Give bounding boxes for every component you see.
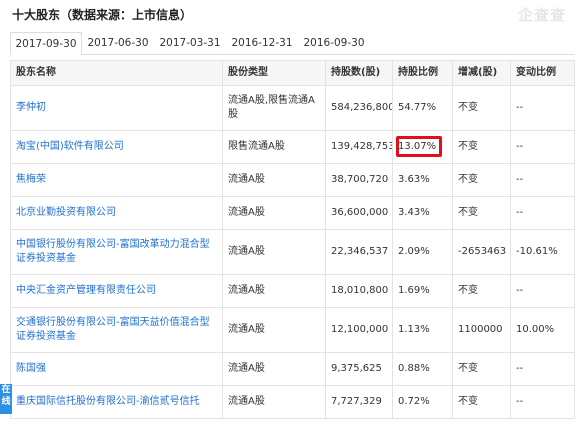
- change-ratio: --: [510, 163, 575, 197]
- table-row: 陈国强 流通A股 9,375,625 0.88% 不变 --: [10, 352, 575, 386]
- share-change: 不变: [452, 85, 511, 131]
- shareholder-link[interactable]: 焦梅荣: [16, 174, 46, 185]
- table-header-row: 股东名称 股份类型 持股数(股) 持股比例 增减(股) 变动比例: [10, 60, 575, 86]
- holding-ratio: 0.88%: [392, 352, 453, 386]
- side-float-tab[interactable]: 在线: [0, 384, 12, 414]
- table-row: 交通银行股份有限公司-富国天益价值混合型证券投资基金 流通A股 12,100,0…: [10, 307, 575, 353]
- share-change: 不变: [452, 274, 511, 308]
- shareholder-link[interactable]: 中央汇金资产管理有限责任公司: [16, 285, 156, 296]
- holding-ratio: 3.63%: [392, 163, 453, 197]
- highlighted-ratio: 13.07%: [396, 136, 443, 157]
- holding-ratio: 2.09%: [392, 229, 453, 275]
- change-ratio: --: [510, 85, 575, 131]
- share-type: 流通A股: [222, 307, 326, 353]
- holding-ratio: 1.13%: [392, 307, 453, 353]
- holding-ratio: 13.07%: [392, 130, 453, 164]
- share-type: 限售流通A股: [222, 130, 326, 164]
- table-row: 淘宝(中国)软件有限公司 限售流通A股 139,428,753 13.07% 不…: [10, 130, 575, 164]
- change-ratio: -10.61%: [510, 229, 575, 275]
- table-row: 焦梅荣 流通A股 38,700,720 3.63% 不变 --: [10, 163, 575, 197]
- shares-held: 9,375,625: [325, 352, 393, 386]
- shares-held: 584,236,800: [325, 85, 393, 131]
- change-ratio: 10.00%: [510, 307, 575, 353]
- share-type: 流通A股: [222, 229, 326, 275]
- shares-held: 22,346,537: [325, 229, 393, 275]
- col-header-change-ratio: 变动比例: [510, 60, 575, 86]
- shareholders-table: 股东名称 股份类型 持股数(股) 持股比例 增减(股) 变动比例 李仲初 流通A…: [10, 60, 575, 419]
- shareholder-link[interactable]: 淘宝(中国)软件有限公司: [16, 141, 124, 152]
- table-row: 李仲初 流通A股,限售流通A股 584,236,800 54.77% 不变 --: [10, 85, 575, 131]
- shareholder-link[interactable]: 北京业勤投资有限公司: [16, 207, 116, 218]
- shares-held: 7,727,329: [325, 385, 393, 419]
- share-type: 流通A股: [222, 196, 326, 230]
- holding-ratio: 3.43%: [392, 196, 453, 230]
- highlight-box: [396, 136, 443, 157]
- tab-2016-09-30[interactable]: 2016-09-30: [298, 32, 370, 54]
- share-change: 不变: [452, 196, 511, 230]
- change-ratio: --: [510, 352, 575, 386]
- table-row: 北京业勤投资有限公司 流通A股 36,600,000 3.43% 不变 --: [10, 196, 575, 230]
- tab-2016-12-31[interactable]: 2016-12-31: [226, 32, 298, 54]
- table-row: 中央汇金资产管理有限责任公司 流通A股 18,010,800 1.69% 不变 …: [10, 274, 575, 308]
- change-ratio: --: [510, 385, 575, 419]
- change-ratio: --: [510, 130, 575, 164]
- shares-held: 36,600,000: [325, 196, 393, 230]
- shareholder-link[interactable]: 重庆国际信托股份有限公司-渝信贰号信托: [16, 396, 200, 407]
- period-tabs: 2017-09-30 2017-06-30 2017-03-31 2016-12…: [10, 32, 574, 55]
- change-ratio: --: [510, 196, 575, 230]
- table-row: 重庆国际信托股份有限公司-渝信贰号信托 流通A股 7,727,329 0.72%…: [10, 385, 575, 419]
- tab-2017-03-31[interactable]: 2017-03-31: [154, 32, 226, 54]
- table-row: 中国银行股份有限公司-富国改革动力混合型证券投资基金 流通A股 22,346,5…: [10, 229, 575, 275]
- col-header-type: 股份类型: [222, 60, 326, 86]
- share-type: 流通A股: [222, 163, 326, 197]
- col-header-change: 增减(股): [452, 60, 511, 86]
- tab-2017-06-30[interactable]: 2017-06-30: [82, 32, 154, 54]
- holding-ratio: 54.77%: [392, 85, 453, 131]
- share-type: 流通A股: [222, 274, 326, 308]
- page-title: 十大股东（数据来源：上市信息）: [12, 8, 193, 22]
- share-type: 流通A股,限售流通A股: [222, 85, 326, 131]
- share-type: 流通A股: [222, 352, 326, 386]
- share-change: -2653463: [452, 229, 511, 275]
- shares-held: 38,700,720: [325, 163, 393, 197]
- shares-held: 139,428,753: [325, 130, 393, 164]
- shareholder-link[interactable]: 李仲初: [16, 102, 46, 113]
- change-ratio: --: [510, 274, 575, 308]
- col-header-name: 股东名称: [10, 60, 223, 86]
- holding-ratio: 1.69%: [392, 274, 453, 308]
- shares-held: 12,100,000: [325, 307, 393, 353]
- share-change: 1100000: [452, 307, 511, 353]
- shareholder-link[interactable]: 交通银行股份有限公司-富国天益价值混合型证券投资基金: [16, 317, 210, 342]
- shareholder-link[interactable]: 中国银行股份有限公司-富国改革动力混合型证券投资基金: [16, 239, 210, 264]
- share-change: 不变: [452, 163, 511, 197]
- col-header-shares: 持股数(股): [325, 60, 393, 86]
- holding-ratio: 0.72%: [392, 385, 453, 419]
- tab-2017-09-30[interactable]: 2017-09-30: [10, 32, 82, 55]
- share-type: 流通A股: [222, 385, 326, 419]
- watermark-logo: 企查查: [517, 6, 566, 24]
- share-change: 不变: [452, 352, 511, 386]
- shares-held: 18,010,800: [325, 274, 393, 308]
- share-change: 不变: [452, 385, 511, 419]
- shareholder-link[interactable]: 陈国强: [16, 363, 46, 374]
- col-header-ratio: 持股比例: [392, 60, 453, 86]
- share-change: 不变: [452, 130, 511, 164]
